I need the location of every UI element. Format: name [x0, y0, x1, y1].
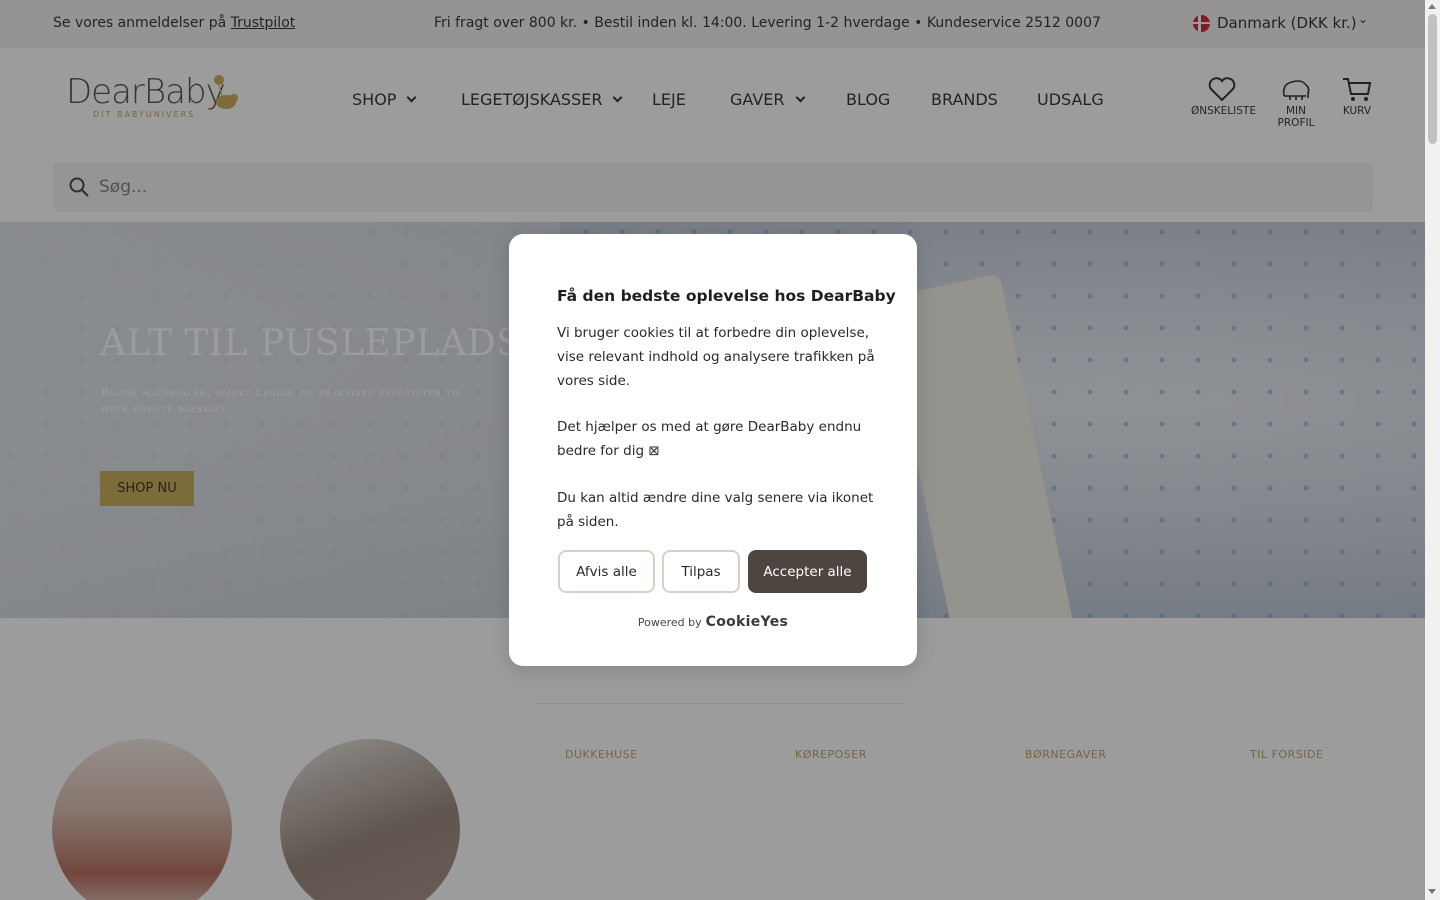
cookie-consent-dialog: Få den bedste oplevelse hos DearBaby Vi …: [509, 234, 917, 666]
reject-all-button[interactable]: Afvis alle: [558, 550, 655, 593]
cookie-text-1: Vi bruger cookies til at forbedre din op…: [557, 325, 875, 389]
scroll-up-icon[interactable]: [1428, 4, 1436, 9]
scrollbar-thumb[interactable]: [1428, 14, 1437, 144]
powered-by[interactable]: Powered by CookieYes: [509, 614, 917, 630]
scrollbar[interactable]: [1425, 0, 1440, 900]
cookie-text-3: Du kan altid ændre dine valg senere via …: [557, 490, 874, 530]
customize-button[interactable]: Tilpas: [662, 550, 740, 593]
cookie-text-2: Det hjælper os med at gøre DearBaby endn…: [557, 419, 862, 459]
scroll-down-icon[interactable]: [1428, 889, 1436, 894]
powered-by-label: Powered by: [637, 616, 702, 629]
accept-all-button[interactable]: Accepter alle: [748, 550, 867, 593]
cookieyes-logo: CookieYes: [705, 614, 789, 630]
cookie-title: Få den bedste oplevelse hos DearBaby: [557, 287, 896, 305]
